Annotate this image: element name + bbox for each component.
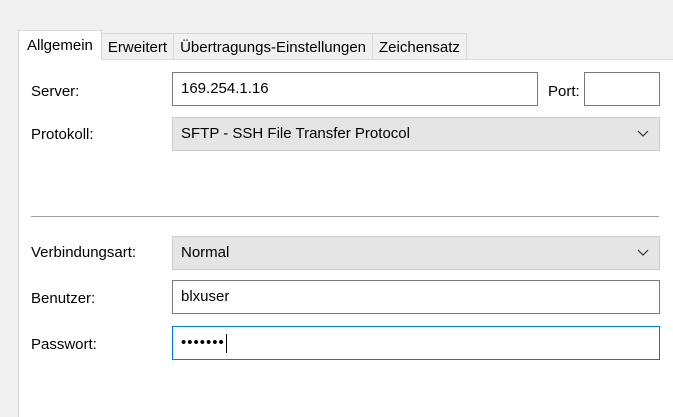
port-input[interactable]	[584, 72, 660, 106]
tab-zeichensatz[interactable]: Zeichensatz	[372, 33, 467, 60]
connection-settings-dialog: Allgemein Erweitert Übertragungs-Einstel…	[0, 0, 673, 417]
protocol-select[interactable]: SFTP - SSH File Transfer Protocol	[172, 117, 660, 151]
server-input[interactable]: 169.254.1.16	[172, 72, 538, 106]
user-input[interactable]: blxuser	[172, 280, 660, 314]
tab-bar: Allgemein Erweitert Übertragungs-Einstel…	[18, 30, 467, 60]
chevron-down-icon	[637, 130, 649, 137]
text-cursor	[225, 333, 227, 353]
password-label: Passwort:	[31, 336, 97, 353]
section-divider	[31, 216, 659, 217]
port-label: Port:	[548, 83, 580, 100]
password-input[interactable]: •••••••	[172, 326, 660, 360]
tab-uebertragungs-einstellungen[interactable]: Übertragungs-Einstellungen	[173, 33, 374, 60]
connection-type-select-value: Normal	[181, 244, 230, 261]
protocol-label: Protokoll:	[31, 126, 94, 143]
chevron-down-icon	[637, 249, 649, 256]
protocol-select-value: SFTP - SSH File Transfer Protocol	[181, 125, 410, 142]
tab-erweitert[interactable]: Erweitert	[100, 33, 175, 60]
tab-allgemein[interactable]: Allgemein	[18, 30, 102, 60]
password-mask: •••••••	[181, 334, 225, 351]
connection-type-select[interactable]: Normal	[172, 236, 660, 270]
server-label: Server:	[31, 83, 80, 100]
general-tab-panel: Server: 169.254.1.16 Port: Protokoll: SF…	[18, 59, 673, 417]
connection-type-label: Verbindungsart:	[31, 244, 137, 261]
user-label: Benutzer:	[31, 290, 96, 307]
